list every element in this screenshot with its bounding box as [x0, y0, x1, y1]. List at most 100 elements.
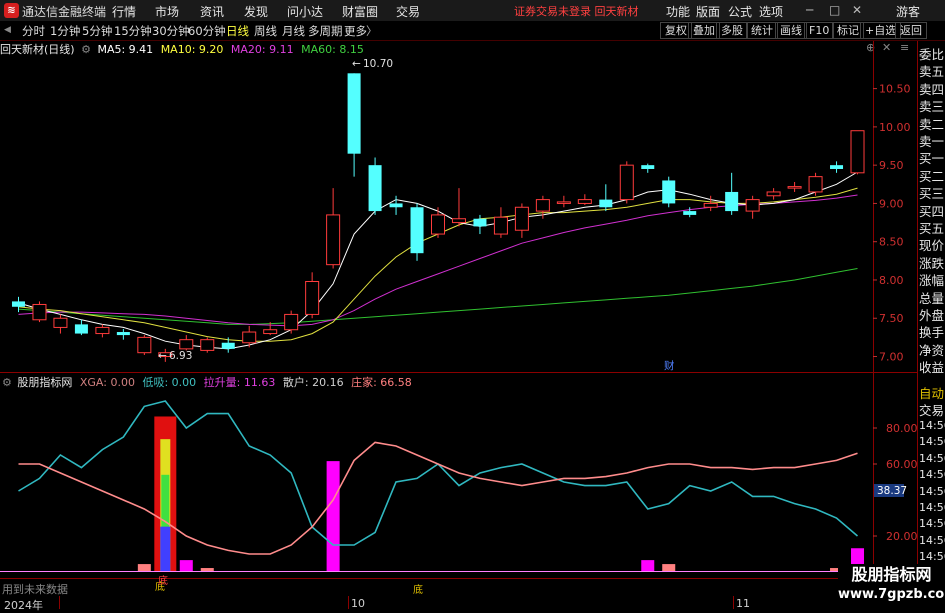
- dealer-line: [18, 441, 858, 555]
- trade-time: 14:56: [919, 484, 945, 498]
- candle-body-up: [493, 216, 508, 235]
- y-tick-label: 9.50: [879, 159, 904, 172]
- trade-label[interactable]: 自动: [919, 385, 945, 402]
- y-tick-label: 7.50: [879, 312, 904, 325]
- quote-label: 总量: [919, 290, 945, 306]
- y-tick-label: 8.00: [879, 274, 904, 287]
- trade-time: 14:56: [919, 468, 945, 482]
- candle-body-up: [514, 206, 529, 231]
- y-tick-label: 9.00: [879, 197, 904, 210]
- trade-time: 14:56: [919, 451, 945, 465]
- y-tick-label: 10.50: [879, 83, 911, 96]
- quote-label: 卖四: [919, 81, 945, 97]
- candle-body-down: [662, 180, 676, 204]
- candle-body-up: [808, 176, 823, 193]
- candle-body-down: [410, 207, 424, 254]
- trade-time: 14:56: [919, 419, 945, 432]
- candle-body-up: [53, 317, 68, 328]
- candle-body-down: [11, 301, 25, 307]
- candle-body-up: [850, 130, 865, 174]
- quote-label: 现价: [919, 238, 945, 254]
- x-label-nov: 11: [736, 597, 750, 610]
- candle-body-up: [556, 201, 571, 204]
- y-axis-ticks: 10.50 10.00 9.50 9.00 8.50 8.00 7.50 7.00: [873, 83, 911, 364]
- financial-report-mark[interactable]: 财: [664, 359, 675, 372]
- candle-body-down: [641, 165, 655, 169]
- quote-label: 涨跌: [919, 255, 945, 271]
- bottom-mark-3: 底: [413, 583, 423, 596]
- candle-body-down: [725, 191, 739, 212]
- volume-bar: [662, 564, 676, 572]
- candle-body-up: [787, 186, 802, 189]
- low-arrow-icon: ←: [158, 350, 167, 362]
- quote-label: 卖二: [919, 116, 945, 132]
- candle-body-up: [200, 339, 215, 351]
- candle-body-up: [703, 202, 718, 208]
- quote-label: 卖三: [919, 99, 945, 115]
- watermark-title: 股朋指标网: [851, 565, 932, 584]
- ma60-line: [18, 268, 858, 325]
- x-label-2024: 2024年: [4, 599, 43, 612]
- candle-body-up: [326, 214, 341, 266]
- volume-bar: [641, 560, 655, 572]
- high-price-label: 10.70: [363, 58, 393, 70]
- bottom-mark-2: 底: [158, 574, 168, 587]
- trade-label[interactable]: 交易: [919, 402, 945, 419]
- candle-body-down: [74, 324, 88, 334]
- watermark: 股朋指标网 www.7gpzb.com: [838, 564, 945, 609]
- quote-label: 卖五: [919, 64, 945, 80]
- x-label-oct: 10: [351, 597, 365, 610]
- candle-body-up: [745, 199, 760, 212]
- quote-label: 净资: [919, 342, 945, 358]
- candle-body-down: [830, 165, 844, 169]
- quote-label: 收益: [919, 360, 945, 376]
- sub-y-tick-label: 20.00: [886, 530, 918, 543]
- candle-body-up: [619, 164, 634, 201]
- sub-y-tick-label: 80.00: [886, 422, 918, 435]
- price-chart[interactable]: 10.50 10.00 9.50 9.00 8.50 8.00 7.50 7.00 80.00…: [0, 0, 945, 609]
- candle-body-down: [116, 332, 130, 336]
- y-tick-label: 8.50: [879, 236, 904, 249]
- watermark-url: www.7gpzb.com: [838, 587, 945, 602]
- future-data-note: 用到未来数据: [2, 583, 68, 596]
- trade-time: 14:56: [919, 435, 945, 449]
- candles: [11, 73, 865, 362]
- candle-body-up: [535, 199, 550, 212]
- candle-body-down: [599, 199, 613, 208]
- signal-bar-blue: [160, 526, 171, 572]
- candle-body-down: [221, 342, 235, 349]
- candle-body-down: [368, 165, 382, 212]
- candle-body-down: [347, 73, 361, 154]
- sub-y-tick-label: 60.00: [886, 458, 918, 471]
- quote-label: 涨幅: [919, 273, 945, 289]
- volume-bar: [326, 461, 340, 572]
- high-arrow-icon: ←: [352, 58, 361, 70]
- quote-label: 买三: [919, 186, 945, 202]
- candle-body-up: [305, 281, 320, 315]
- candle-body-up: [95, 326, 110, 335]
- y-tick-label: 10.00: [879, 121, 911, 134]
- y-tick-label: 7.00: [879, 351, 904, 364]
- indicator-chart: [0, 400, 873, 572]
- quote-label: 买五: [919, 221, 945, 236]
- quote-label: 买一: [919, 151, 945, 167]
- candle-body-down: [389, 203, 403, 208]
- candle-body-up: [430, 214, 446, 235]
- candle-body-up: [451, 218, 466, 224]
- quote-label: 买二: [919, 168, 945, 184]
- volume-bar: [179, 560, 193, 572]
- low-price-label: 6.93: [169, 350, 192, 362]
- candle-body-up: [32, 303, 47, 321]
- quote-label: 换手: [919, 325, 945, 341]
- trade-time: 14:56: [919, 517, 945, 531]
- candle-body-down: [473, 218, 487, 227]
- trade-time: 14:56: [919, 533, 945, 547]
- trade-time: 14:56: [919, 550, 945, 564]
- candle-body-up: [179, 339, 194, 350]
- cursor-value: 38.37: [877, 485, 907, 497]
- quote-label: 外盘: [919, 308, 945, 323]
- quote-label: 买四: [919, 203, 945, 219]
- candle-body-up: [766, 191, 781, 197]
- volume-bar: [137, 564, 151, 572]
- trade-time: 14:56: [919, 501, 945, 514]
